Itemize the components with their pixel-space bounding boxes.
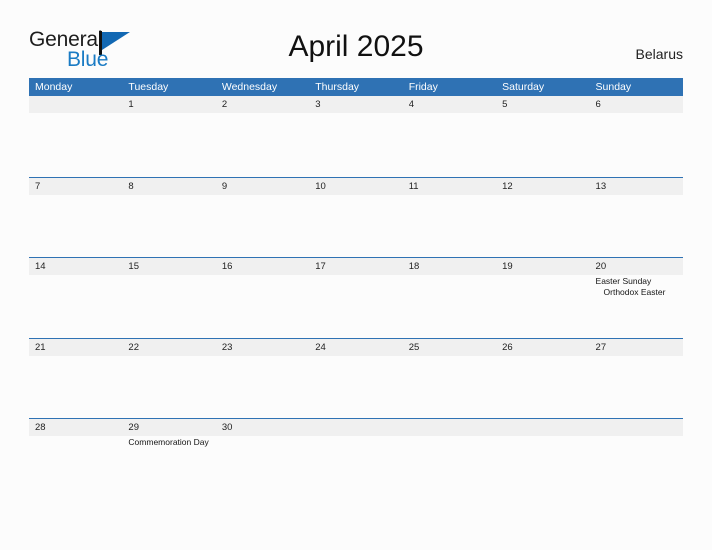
weekday-header-friday: Friday (408, 81, 438, 93)
day-cell-18[interactable]: 18 (403, 258, 496, 338)
week-cells: 28 29 Commemoration Day 30 (29, 419, 683, 499)
day-cell-22[interactable]: 22 (122, 339, 215, 419)
day-cell-23[interactable]: 23 (216, 339, 309, 419)
day-cell-21[interactable]: 21 (29, 339, 122, 419)
event-list: Easter Sunday Orthodox Easter (596, 276, 681, 298)
calendar-grid: Monday Tuesday Wednesday Thursday Friday Satu… (29, 78, 683, 499)
day-number: 19 (502, 261, 513, 272)
country-label: Belarus (635, 46, 683, 62)
day-number: 29 (128, 422, 139, 433)
day-cell-29[interactable]: 29 Commemoration Day (122, 419, 215, 499)
day-number: 30 (221, 422, 233, 433)
day-number: 17 (315, 261, 326, 272)
week-row: 14 15 16 17 18 19 20 Easter Sunday Orthodox East… (29, 257, 683, 338)
day-number: 4 (408, 99, 414, 110)
day-number (409, 419, 494, 436)
day-cell-empty (403, 419, 496, 499)
day-cell-17[interactable]: 17 (309, 258, 402, 338)
day-number: 22 (128, 341, 139, 353)
day-cell-5[interactable]: 5 (496, 96, 589, 177)
day-cell-24[interactable]: 24 (309, 339, 402, 419)
weekday-header-wednesday: Wednesday (221, 81, 278, 93)
day-cell-26[interactable]: 26 (496, 339, 589, 419)
day-number: 24 (315, 341, 326, 353)
week-cells: 14 15 16 17 18 19 20 Easter Sunday Orthodox East… (29, 258, 683, 338)
day-cell-empty (309, 419, 402, 499)
day-number: 7 (35, 180, 41, 192)
day-number: 21 (35, 341, 46, 353)
event-item: Orthodox Easter (603, 287, 666, 297)
day-number: 8 (128, 180, 134, 192)
day-cell-16[interactable]: 16 (216, 258, 309, 338)
day-cell-25[interactable]: 25 (403, 339, 496, 419)
day-number: 26 (502, 341, 513, 353)
day-cell-10[interactable]: 10 (309, 178, 402, 258)
weekday-header-row: Monday Tuesday Wednesday Thursday Friday Satu… (29, 78, 683, 96)
day-cell-8[interactable]: 8 (122, 178, 215, 258)
weekday-header-thursday: Thursday (315, 81, 360, 93)
day-cell-28[interactable]: 28 (29, 419, 122, 499)
week-row: 21 22 23 24 25 26 27 (29, 337, 683, 419)
day-cell-19[interactable]: 19 (496, 258, 589, 338)
calendar-page: General Blue April 2025 Belarus Monday Tu… (0, 0, 712, 550)
day-cell-13[interactable]: 13 (590, 178, 683, 258)
day-number: 2 (221, 99, 228, 110)
day-number: 11 (408, 180, 419, 192)
week-row: 7 8 9 10 11 12 13 (29, 176, 683, 258)
day-number: 5 (502, 99, 508, 110)
day-number: 20 (595, 261, 607, 272)
day-number: 10 (315, 180, 326, 192)
event-item: Easter Sunday (595, 276, 652, 286)
day-cell-9[interactable]: 9 (216, 178, 309, 258)
day-number: 25 (408, 341, 420, 353)
day-cell-7[interactable]: 7 (29, 178, 122, 258)
day-cell-20[interactable]: 20 Easter Sunday Orthodox Easter (590, 258, 683, 338)
weekday-header-tuesday: Tuesday (128, 81, 169, 93)
day-number (315, 419, 400, 436)
day-cell-empty (590, 419, 683, 499)
day-number: 13 (595, 180, 607, 192)
day-number: 9 (221, 180, 228, 192)
week-cells: 1 2 3 4 5 6 (29, 96, 683, 177)
day-number: 3 (315, 99, 321, 110)
weekday-header-monday: Monday (35, 81, 73, 93)
day-number: 28 (35, 422, 46, 433)
day-number: 27 (595, 341, 607, 353)
day-number (502, 419, 587, 436)
day-cell-2[interactable]: 2 (216, 96, 309, 177)
event-list: Commemoration Day (128, 437, 213, 448)
day-cell-12[interactable]: 12 (496, 178, 589, 258)
day-cell-6[interactable]: 6 (590, 96, 683, 177)
day-cell-15[interactable]: 15 (122, 258, 215, 338)
weekday-header-sunday: Sunday (595, 81, 632, 93)
day-cell-11[interactable]: 11 (403, 178, 496, 258)
day-cell-empty (29, 96, 122, 177)
week-cells: 7 8 9 10 11 12 13 (29, 178, 683, 258)
day-cell-1[interactable]: 1 (122, 96, 215, 177)
day-number: 16 (221, 261, 233, 272)
day-cell-4[interactable]: 4 (403, 96, 496, 177)
week-row: 28 29 Commemoration Day 30 (29, 418, 683, 499)
day-number (35, 96, 120, 113)
event-item: Commemoration Day (128, 437, 209, 447)
page-title: April 2025 (288, 30, 424, 63)
week-row: 1 2 3 4 5 6 (29, 96, 683, 177)
day-number: 14 (35, 261, 46, 272)
day-number: 15 (128, 261, 139, 272)
day-number (596, 419, 681, 436)
day-number: 18 (408, 261, 420, 272)
day-cell-27[interactable]: 27 (590, 339, 683, 419)
day-number: 12 (502, 180, 513, 192)
week-cells: 21 22 23 24 25 26 27 (29, 339, 683, 419)
day-cell-3[interactable]: 3 (309, 96, 402, 177)
day-cell-14[interactable]: 14 (29, 258, 122, 338)
day-cell-empty (496, 419, 589, 499)
weekday-header-saturday: Saturday (502, 81, 545, 93)
calendar-weeks: 1 2 3 4 5 6 7 8 9 10 11 12 13 14 15 16 17 18 19 20 Easter Su… (29, 96, 683, 499)
day-number: 1 (128, 99, 134, 110)
day-cell-30[interactable]: 30 (216, 419, 309, 499)
day-number: 23 (221, 341, 233, 353)
page-header: General Blue April 2025 Belarus (0, 0, 712, 76)
day-number: 6 (595, 99, 601, 110)
